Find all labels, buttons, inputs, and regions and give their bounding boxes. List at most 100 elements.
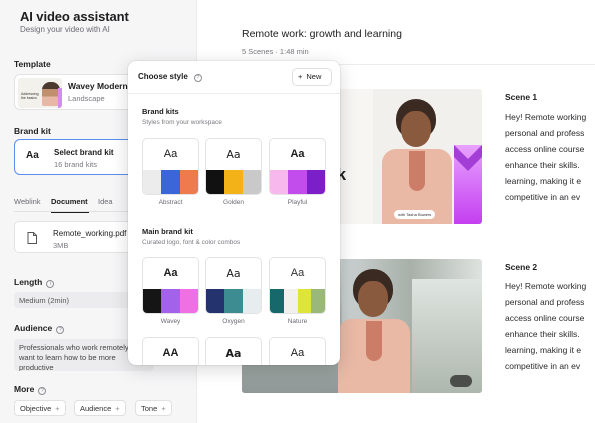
kit-nature[interactable]: Aa [269, 257, 326, 314]
scene-2-label: Scene 2 [505, 262, 538, 272]
audience-label: Audience? [14, 323, 65, 334]
kit-font-sample: Aa [226, 148, 241, 161]
template-thumb-accent [58, 88, 62, 108]
plus-icon: + [55, 404, 60, 413]
tab-weblink[interactable]: Weblink [14, 197, 41, 206]
kit-font-sample: Aa [163, 148, 178, 160]
color-swatch [283, 289, 298, 313]
brand-kit-label: Brand kit [14, 126, 51, 136]
color-swatch [206, 289, 225, 313]
kit-playful[interactable]: Aa [269, 138, 326, 195]
main-brand-kit-subtitle: Curated logo, font & color combos [142, 239, 241, 246]
color-swatch [270, 170, 289, 194]
kit-font-sample: Aa [290, 148, 305, 160]
kit-swatches [270, 289, 325, 313]
tab-idea[interactable]: Idea [98, 197, 113, 206]
chevron-shape [454, 145, 482, 171]
choose-style-popover: Choose style? + New Brand kits Styles fro… [128, 61, 340, 365]
color-swatch [288, 170, 307, 194]
kit-swatches [143, 170, 198, 194]
video-meta: 5 Scenes · 1:48 min [242, 47, 309, 56]
document-icon [27, 232, 37, 244]
color-swatch [224, 289, 243, 313]
color-swatch [297, 289, 312, 313]
brand-kit-aa-icon: Aa [26, 150, 39, 161]
kit-abstract[interactable]: Aa [142, 138, 199, 195]
kit-partial[interactable]: AA [142, 337, 199, 365]
popover-title: Choose style? [138, 72, 202, 82]
kit-font-sample: Aa [225, 347, 242, 360]
plus-icon: + [298, 72, 303, 81]
color-swatch [143, 289, 162, 313]
kit-name: Abstract [158, 199, 183, 206]
objective-chip[interactable]: Objective + [14, 400, 66, 416]
tab-document[interactable]: Document [51, 197, 88, 206]
brand-kits-title: Brand kits [142, 107, 179, 116]
info-icon[interactable]: ? [38, 387, 47, 395]
kit-golden[interactable]: Aa [205, 138, 262, 195]
kit-name: Playful [287, 199, 308, 206]
kit-swatches [143, 289, 198, 313]
color-swatch [311, 289, 325, 313]
color-swatch [242, 289, 261, 313]
file-size: 3MB [53, 241, 69, 250]
app-subtitle: Design your video with AI [20, 25, 110, 34]
color-swatch [161, 170, 180, 194]
kit-wavey[interactable]: Aa [142, 257, 199, 314]
kit-name: Nature [287, 318, 308, 325]
tone-chip[interactable]: Tone + [135, 400, 172, 416]
scene-1-script[interactable]: Hey! Remote working personal and profess… [505, 109, 595, 205]
audience-chip[interactable]: Audience + [74, 400, 126, 416]
mute-toggle[interactable] [450, 375, 472, 387]
scene-2-background-right [412, 279, 482, 393]
info-icon[interactable]: ? [56, 326, 65, 334]
popover-divider [128, 93, 340, 94]
kit-font-sample: AA [162, 347, 179, 359]
kit-name: Golden [223, 199, 244, 206]
tabs-divider [14, 211, 128, 212]
plus-icon: + [161, 404, 166, 413]
color-swatch [224, 170, 243, 194]
color-swatch [161, 289, 180, 313]
video-title: Remote work: growth and learning [242, 28, 402, 40]
length-label: Length i [14, 277, 55, 288]
template-thumb-text: Addressing the basics [21, 92, 39, 100]
kit-font-sample: Aa [290, 267, 305, 279]
file-name: Remote_working.pdf [53, 229, 127, 238]
kit-font-sample: Aa [226, 267, 241, 280]
brand-kit-name: Select brand kit [54, 148, 114, 157]
brand-kits-subtitle: Styles from your workspace [142, 119, 222, 126]
brand-kit-count: 16 brand kits [54, 160, 97, 169]
scene-2-script[interactable]: Hey! Remote working personal and profess… [505, 278, 595, 374]
scene-1-label: Scene 1 [505, 92, 538, 102]
color-swatch [242, 170, 261, 194]
more-label: More? [14, 384, 47, 395]
kit-name: Wavey [160, 318, 181, 325]
kit-swatches [206, 289, 261, 313]
template-orientation: Landscape [68, 94, 105, 103]
new-style-button[interactable]: + New [292, 68, 332, 86]
color-swatch [206, 170, 225, 194]
kit-font-sample: Aa [163, 267, 178, 279]
app-title: AI video assistant [20, 9, 129, 24]
color-swatch [143, 170, 162, 194]
presenter-name-badge: with Tasha Bowers [394, 210, 436, 219]
kit-partial[interactable]: Aa [269, 337, 326, 365]
kit-swatches [206, 170, 261, 194]
plus-icon: + [115, 404, 120, 413]
kit-font-sample: Aa [290, 347, 305, 359]
template-name: Wavey Modern [68, 81, 128, 91]
info-icon[interactable]: i [46, 280, 55, 288]
kit-partial[interactable]: Aa [205, 337, 262, 365]
color-swatch [306, 170, 325, 194]
color-swatch [179, 289, 198, 313]
color-swatch [179, 170, 198, 194]
template-thumbnail: Addressing the basics [18, 78, 62, 108]
color-swatch [270, 289, 284, 313]
kit-swatches [270, 170, 325, 194]
main-brand-kit-title: Main brand kit [142, 227, 193, 236]
kit-oxygen[interactable]: Aa [205, 257, 262, 314]
help-icon[interactable]: ? [193, 74, 202, 82]
kit-name: Oxygen [222, 318, 245, 325]
template-label: Template [14, 59, 51, 69]
